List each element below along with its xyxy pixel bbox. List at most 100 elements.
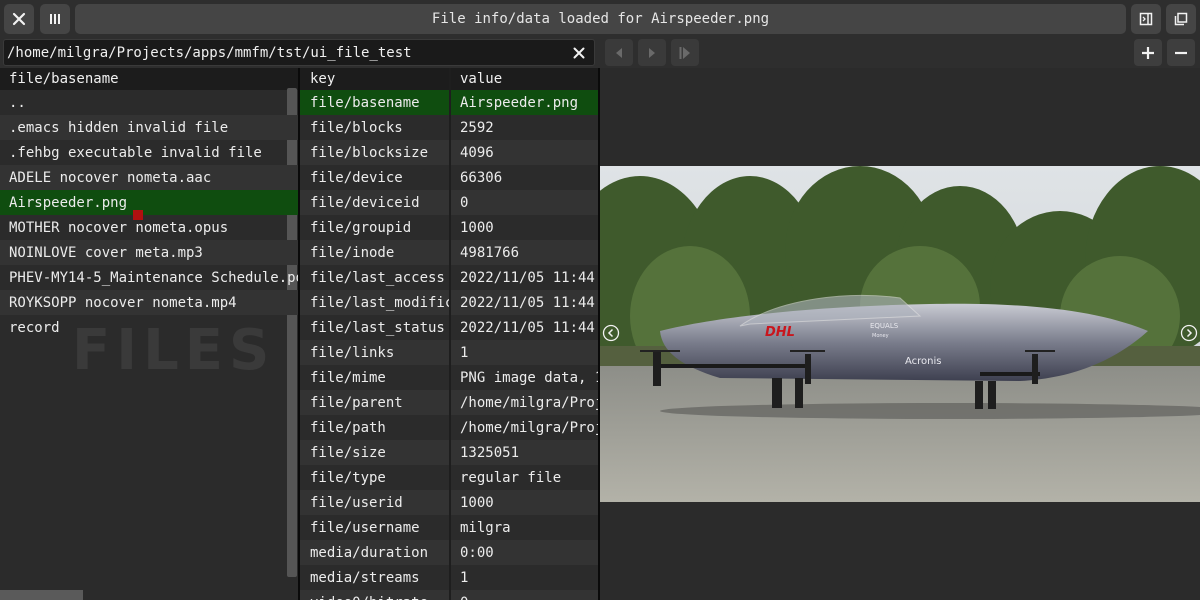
next-icon [679, 46, 690, 59]
info-value: 2022/11/05 11:44: [460, 294, 598, 311]
info-row[interactable]: file/size 1325051 [300, 440, 598, 465]
info-row[interactable]: file/deviceid 0 [300, 190, 598, 215]
info-row[interactable]: file/mime PNG image data, 1 [300, 365, 598, 390]
info-value: 2022/11/05 11:44: [460, 269, 598, 286]
info-value: 66306 [460, 169, 503, 186]
image-preview: DHL Acronis EQUALS Money [600, 166, 1200, 502]
info-key: file/mime [300, 365, 451, 390]
info-key: file/blocksize [300, 140, 451, 165]
info-row[interactable]: file/type regular file [300, 465, 598, 490]
fullscreen-button[interactable] [1166, 4, 1196, 34]
info-row[interactable]: file/last_status 2022/11/05 11:44: [300, 315, 598, 340]
info-value: 1 [460, 569, 469, 586]
vehicle-brand-text: DHL [765, 325, 795, 340]
file-row[interactable]: .fehbg executable invalid file [0, 140, 298, 165]
info-key: file/last_modifica [300, 290, 451, 315]
clear-icon [573, 47, 585, 59]
info-row[interactable]: file/userid 1000 [300, 490, 598, 515]
info-key: file/basename [300, 90, 451, 115]
window-title: File info/data loaded for Airspeeder.png [75, 4, 1126, 34]
info-key: media/streams [300, 565, 451, 590]
info-value: /home/milgra/Proj [460, 394, 598, 411]
fullscreen-icon [1174, 12, 1188, 26]
play-button[interactable] [638, 39, 666, 66]
info-row[interactable]: file/groupid 1000 [300, 215, 598, 240]
path-input[interactable]: /home/milgra/Projects/apps/mmfm/tst/ui_f… [3, 39, 595, 66]
info-row[interactable]: file/device 66306 [300, 165, 598, 190]
info-row[interactable]: file/path/home/milgra/Proj [300, 415, 598, 440]
info-key: file/groupid [300, 215, 451, 240]
info-value: /home/milgra/Proj [460, 419, 598, 436]
sidebar-toggle-icon [1139, 12, 1153, 26]
file-row[interactable]: ROYKSOPP nocover nometa.mp4 [0, 290, 298, 315]
info-key: file/last_status [300, 315, 451, 340]
info-value: 1325051 [460, 444, 520, 461]
info-row[interactable]: file/last_modifica 2022/11/05 11:44: [300, 290, 598, 315]
file-row[interactable]: PHEV-MY14-5_Maintenance Schedule.pdf [0, 265, 298, 290]
info-header: key value [300, 68, 598, 90]
previous-button[interactable] [605, 39, 633, 66]
file-row[interactable]: .. [0, 90, 298, 115]
info-key: file/path [300, 415, 451, 440]
file-row[interactable]: NOINLOVE cover meta.mp3 [0, 240, 298, 265]
info-row-selected[interactable]: file/basename Airspeeder.png [300, 90, 598, 115]
top-bar: File info/data loaded for Airspeeder.png [0, 0, 1200, 37]
info-key: file/last_access [300, 265, 451, 290]
info-key: file/parent [300, 390, 451, 415]
info-row[interactable]: file/blocksize 4096 [300, 140, 598, 165]
info-key: file/type [300, 465, 451, 490]
info-value: 1000 [460, 494, 494, 511]
vehicle-badge-text: EQUALS [870, 322, 899, 330]
info-key: video0/bitrate [300, 590, 451, 600]
zoom-in-button[interactable] [1134, 39, 1162, 66]
info-key: media/duration [300, 540, 451, 565]
info-value: 4981766 [460, 244, 520, 261]
previous-icon [616, 47, 622, 58]
info-value: 1000 [460, 219, 494, 236]
preview-pane[interactable]: DHL Acronis EQUALS Money [600, 68, 1200, 600]
path-text: /home/milgra/Projects/apps/mmfm/tst/ui_f… [7, 44, 412, 61]
file-row[interactable]: ADELE nocover nometa.aac [0, 165, 298, 190]
columns-icon [50, 14, 60, 24]
next-image-icon[interactable] [1180, 324, 1198, 342]
info-row[interactable]: video0/bitrate0 [300, 590, 598, 600]
close-icon [12, 12, 26, 26]
file-row[interactable]: record [0, 315, 298, 340]
play-icon [649, 47, 655, 58]
value-column-header[interactable]: value [451, 68, 598, 90]
file-row-selected[interactable]: Airspeeder.png [0, 190, 298, 215]
info-row[interactable]: file/username milgra [300, 515, 598, 540]
info-table[interactable]: key value file/basename Airspeeder.png fi… [300, 68, 598, 600]
info-row[interactable]: media/duration 0:00 [300, 540, 598, 565]
info-value: 2592 [460, 119, 494, 136]
previous-image-icon[interactable] [602, 324, 620, 342]
clear-path-button[interactable] [570, 44, 588, 62]
info-key: file/inode [300, 240, 451, 265]
info-row[interactable]: file/last_access 2022/11/05 11:44: [300, 265, 598, 290]
file-list-header[interactable]: file/basename [0, 68, 298, 90]
info-value: 0 [451, 590, 598, 600]
info-row[interactable]: media/streams 1 [300, 565, 598, 590]
info-value: 2022/11/05 11:44: [460, 319, 598, 336]
info-key: file/userid [300, 490, 451, 515]
columns-button[interactable] [40, 4, 70, 34]
zoom-out-button[interactable] [1167, 39, 1195, 66]
info-value: 0:00 [460, 544, 494, 561]
info-value: 1 [460, 344, 469, 361]
close-button[interactable] [4, 4, 34, 34]
info-row[interactable]: file/blocks 2592 [300, 115, 598, 140]
info-key: file/deviceid [300, 190, 451, 215]
file-row[interactable]: .emacs hidden invalid file [0, 115, 298, 140]
info-key: file/username [300, 515, 451, 540]
next-button[interactable] [671, 39, 699, 66]
sidebar-toggle-button[interactable] [1131, 4, 1161, 34]
info-key: file/blocks [300, 115, 451, 140]
info-row[interactable]: file/inode 4981766 [300, 240, 598, 265]
file-row[interactable]: MOTHER nocover nometa.opus [0, 215, 298, 240]
file-list-hscrollbar[interactable] [0, 590, 83, 600]
file-list[interactable]: FILES file/basename .. .emacs hidden inv… [0, 68, 298, 600]
info-row[interactable]: file/parent/home/milgra/Proj [300, 390, 598, 415]
minus-icon [1175, 51, 1187, 54]
key-column-header[interactable]: key [300, 68, 451, 90]
info-row[interactable]: file/links 1 [300, 340, 598, 365]
